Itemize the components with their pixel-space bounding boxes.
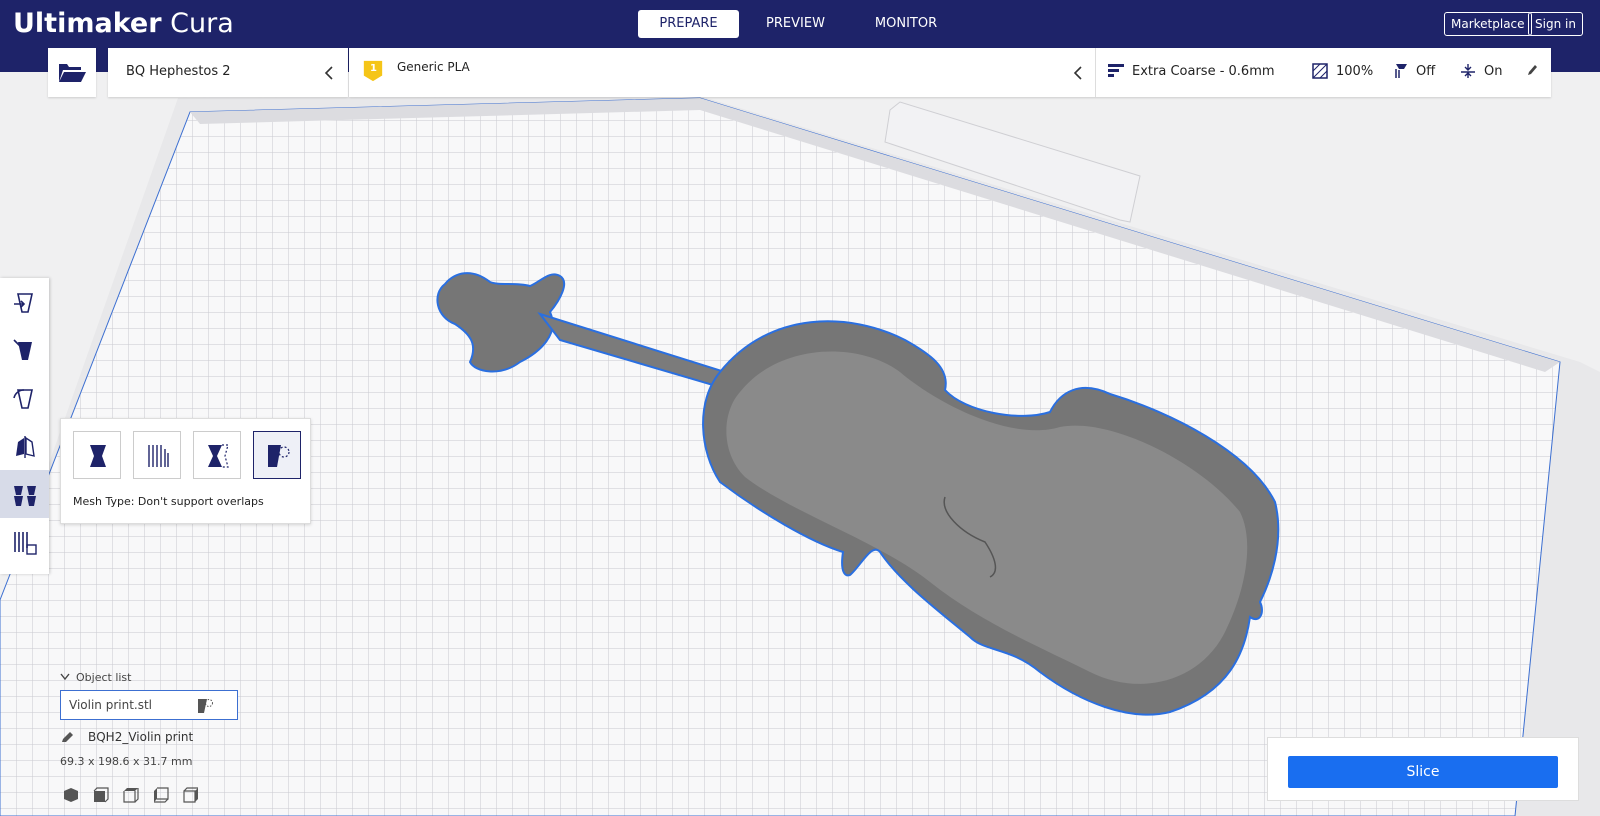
left-view-icon[interactable] bbox=[152, 786, 170, 804]
per-model-settings-tool-button[interactable] bbox=[0, 470, 49, 518]
per-model-settings-icon bbox=[14, 486, 36, 506]
print-as-support-icon bbox=[148, 445, 169, 467]
slice-panel: Slice bbox=[1267, 737, 1579, 801]
stage-tabs: PREPARE PREVIEW MONITOR bbox=[638, 10, 960, 38]
chevron-left-icon bbox=[1073, 66, 1082, 80]
mesh-type-modifier-button[interactable] bbox=[193, 431, 241, 479]
extruder-number: 1 bbox=[370, 63, 377, 74]
object-dimensions: 69.3 x 198.6 x 31.7 mm bbox=[60, 755, 193, 768]
material-selector[interactable]: 1 Generic PLA bbox=[349, 48, 1095, 97]
printer-selector[interactable]: BQ Hephestos 2 bbox=[108, 48, 348, 97]
tab-preview[interactable]: PREVIEW bbox=[745, 10, 846, 38]
infill-value: 100% bbox=[1336, 64, 1374, 79]
object-list-toggle[interactable]: Object list bbox=[60, 671, 131, 684]
scale-tool-button[interactable] bbox=[0, 326, 49, 374]
open-file-button[interactable] bbox=[48, 48, 96, 97]
print-settings-selector[interactable]: Extra Coarse - 0.6mm 100% Off On bbox=[1096, 48, 1551, 97]
slice-button[interactable]: Slice bbox=[1288, 756, 1558, 788]
mesh-type-panel: Mesh Type: Don't support overlaps bbox=[60, 418, 311, 524]
print-config-bar: 1 Generic PLA Extra Coarse - 0.6mm 100% … bbox=[349, 48, 1551, 97]
object-name: Violin print.stl bbox=[69, 698, 153, 712]
object-list-item[interactable]: Violin print.stl bbox=[60, 690, 238, 720]
rotate-icon bbox=[13, 389, 33, 409]
mesh-type-indicator-icon bbox=[198, 699, 213, 713]
tab-monitor[interactable]: MONITOR bbox=[852, 10, 960, 38]
job-name: BQH2_Violin print bbox=[88, 730, 194, 744]
dont-support-overlaps-icon bbox=[268, 445, 290, 467]
modify-settings-icon bbox=[208, 444, 229, 468]
mesh-type-label: Mesh Type: Don't support overlaps bbox=[73, 495, 264, 508]
support-value: Off bbox=[1416, 64, 1436, 79]
profile-name: Extra Coarse - 0.6mm bbox=[1132, 64, 1275, 79]
normal-model-icon bbox=[90, 445, 106, 467]
marketplace-button[interactable]: Marketplace bbox=[1444, 12, 1532, 36]
support-blocker-icon bbox=[14, 532, 37, 555]
rotate-tool-button[interactable] bbox=[0, 374, 49, 422]
mirror-icon bbox=[16, 436, 35, 458]
folder-open-icon bbox=[59, 64, 86, 82]
app-logo: Ultimaker Cura bbox=[13, 8, 234, 39]
profile-icon bbox=[1108, 64, 1124, 77]
infill-icon bbox=[1312, 63, 1328, 79]
pencil-icon bbox=[62, 732, 73, 742]
mirror-tool-button[interactable] bbox=[0, 422, 49, 470]
support-blocker-tool-button[interactable] bbox=[0, 518, 49, 566]
mesh-type-anti-overhang-button[interactable] bbox=[253, 431, 301, 479]
support-icon bbox=[1395, 64, 1407, 78]
move-icon bbox=[14, 293, 33, 313]
transform-toolbar bbox=[0, 278, 49, 574]
chevron-left-icon bbox=[324, 66, 333, 80]
tab-prepare[interactable]: PREPARE bbox=[638, 10, 739, 38]
view-orientation-buttons bbox=[62, 786, 200, 804]
3d-view-icon[interactable] bbox=[62, 786, 80, 804]
right-view-icon[interactable] bbox=[182, 786, 200, 804]
adhesion-value: On bbox=[1484, 64, 1503, 79]
sign-in-button[interactable]: Sign in bbox=[1528, 12, 1583, 36]
front-view-icon[interactable] bbox=[92, 786, 110, 804]
adhesion-icon bbox=[1461, 64, 1475, 78]
mesh-type-support-button[interactable] bbox=[133, 431, 181, 479]
material-name: Generic PLA bbox=[397, 60, 470, 74]
move-tool-button[interactable] bbox=[0, 278, 49, 326]
printer-name: BQ Hephestos 2 bbox=[126, 64, 231, 79]
mesh-type-normal-button[interactable] bbox=[73, 431, 121, 479]
top-view-icon[interactable] bbox=[122, 786, 140, 804]
pencil-icon[interactable] bbox=[1526, 63, 1538, 77]
edit-job-name-button[interactable] bbox=[60, 729, 76, 748]
chevron-down-icon bbox=[60, 673, 70, 681]
object-list-header: Object list bbox=[76, 671, 132, 684]
scale-icon bbox=[13, 339, 32, 360]
